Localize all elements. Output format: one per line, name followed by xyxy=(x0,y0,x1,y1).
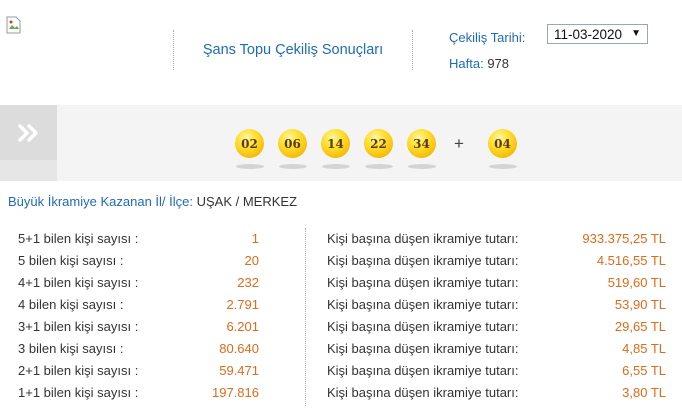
prize-amount: 519,60 TL xyxy=(607,275,666,290)
ball-5: 34 xyxy=(407,129,436,158)
ball-shadow xyxy=(236,164,264,169)
prize-label: Kişi başına düşen ikramiye tutarı: xyxy=(327,297,519,312)
prize-label: Kişi başına düşen ikramiye tutarı: xyxy=(327,253,519,268)
ball-shadow xyxy=(322,164,350,169)
ball-shadow xyxy=(489,164,517,169)
draw-date-select[interactable]: 11-03-2020 ▼ xyxy=(547,24,648,44)
next-draw-button[interactable] xyxy=(0,105,57,160)
arrow-box-footer xyxy=(0,160,57,181)
double-chevron-right-icon xyxy=(17,123,41,143)
ball-shadow xyxy=(279,164,307,169)
winner-count: 80.640 xyxy=(219,341,259,356)
plus-sign: + xyxy=(454,134,464,153)
ball-shadow xyxy=(365,164,393,169)
caret-down-icon: ▼ xyxy=(631,28,641,39)
week-info: Hafta: 978 xyxy=(449,56,509,71)
page-title: Şans Topu Çekiliş Sonuçları xyxy=(173,30,413,70)
ball-shadow xyxy=(408,164,436,169)
table-row: 3+1 bilen kişi sayısı : 6.201 Kişi başına … xyxy=(0,319,682,341)
category-label: 3 bilen kişi sayısı : xyxy=(18,341,124,356)
category-label: 4+1 bilen kişi sayısı : xyxy=(18,275,139,290)
prize-amount: 6,55 TL xyxy=(622,363,666,378)
winner-count: 232 xyxy=(237,275,259,290)
table-row: 3 bilen kişi sayısı : 80.640 Kişi başına d… xyxy=(0,341,682,363)
ball-3: 14 xyxy=(321,129,350,158)
category-label: 5 bilen kişi sayısı : xyxy=(18,253,124,268)
category-label: 4 bilen kişi sayısı : xyxy=(18,297,124,312)
winner-count: 6.201 xyxy=(226,319,259,334)
ball-4: 22 xyxy=(364,129,393,158)
prize-label: Kişi başına düşen ikramiye tutarı: xyxy=(327,341,519,356)
draw-date-value: 11-03-2020 xyxy=(554,26,623,42)
winner-count: 2.791 xyxy=(226,297,259,312)
table-row: 4 bilen kişi sayısı : 2.791 Kişi başına dü… xyxy=(0,297,682,319)
category-label: 3+1 bilen kişi sayısı : xyxy=(18,319,139,334)
jackpot-location: Büyük İkramiye Kazanan İl/ İlçe: UŞAK / … xyxy=(8,194,297,209)
prize-amount: 933.375,25 TL xyxy=(582,231,666,246)
prize-label: Kişi başına düşen ikramiye tutarı: xyxy=(327,275,519,290)
winner-count: 197.816 xyxy=(212,385,259,400)
jackpot-location-value: UŞAK / MERKEZ xyxy=(196,194,298,209)
table-row: 2+1 bilen kişi sayısı : 59.471 Kişi başına… xyxy=(0,363,682,385)
prize-amount: 4.516,55 TL xyxy=(596,253,666,268)
prize-amount: 29,65 TL xyxy=(614,319,666,334)
draw-date-label: Çekiliş Tarihi: xyxy=(449,30,526,45)
prize-label: Kişi başına düşen ikramiye tutarı: xyxy=(327,319,519,334)
prize-label: Kişi başına düşen ikramiye tutarı: xyxy=(327,231,519,246)
ball-1: 02 xyxy=(235,129,264,158)
category-label: 5+1 bilen kişi sayısı : xyxy=(18,231,139,246)
ball-2: 06 xyxy=(278,129,307,158)
table-row: 5 bilen kişi sayısı : 20 Kişi başına düşen… xyxy=(0,253,682,275)
prize-amount: 53,90 TL xyxy=(614,297,666,312)
category-label: 1+1 bilen kişi sayısı : xyxy=(18,385,139,400)
table-row: 4+1 bilen kişi sayısı : 232 Kişi başına dü… xyxy=(0,275,682,297)
jackpot-location-label: Büyük İkramiye Kazanan İl/ İlçe: xyxy=(8,194,193,209)
category-label: 2+1 bilen kişi sayısı : xyxy=(18,363,139,378)
winner-count: 59.471 xyxy=(219,363,259,378)
prize-label: Kişi başına düşen ikramiye tutarı: xyxy=(327,385,519,400)
bonus-ball: 04 xyxy=(488,129,517,158)
table-row: 5+1 bilen kişi sayısı : 1 Kişi başına düşe… xyxy=(0,231,682,253)
prize-label: Kişi başına düşen ikramiye tutarı: xyxy=(327,363,519,378)
prize-amount: 4,85 TL xyxy=(622,341,666,356)
prize-amount: 3,80 TL xyxy=(622,385,666,400)
week-label: Hafta: xyxy=(449,56,484,71)
winner-count: 1 xyxy=(251,231,259,246)
winner-count: 20 xyxy=(244,253,259,268)
week-value: 978 xyxy=(487,56,510,71)
broken-image-icon xyxy=(6,16,26,36)
table-row: 1+1 bilen kişi sayısı : 197.816 Kişi başın… xyxy=(0,385,682,407)
